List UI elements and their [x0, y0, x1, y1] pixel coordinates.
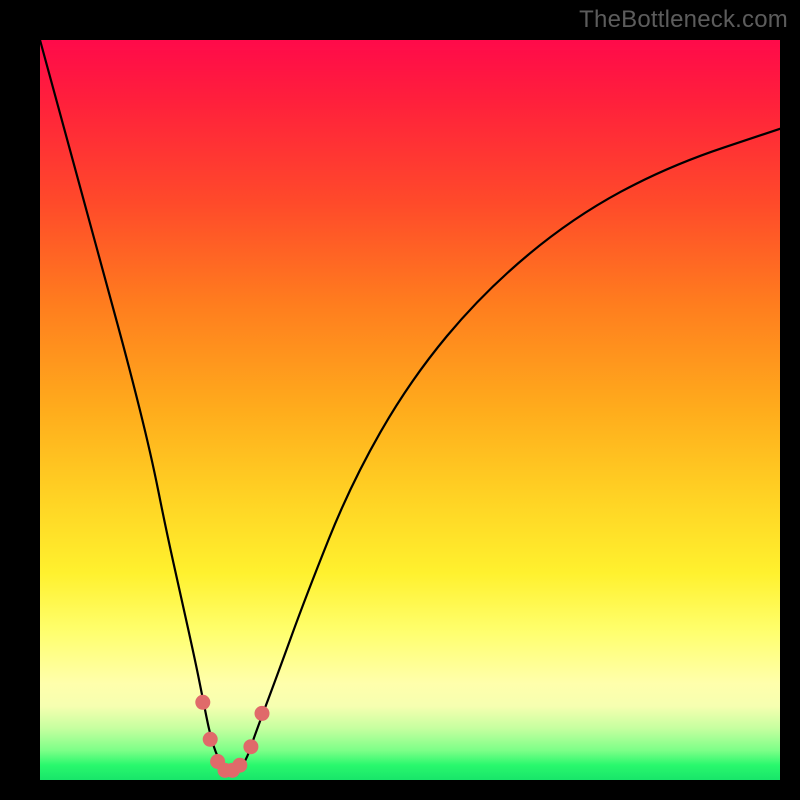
curve-marker: [243, 739, 258, 754]
watermark-text: TheBottleneck.com: [579, 6, 788, 34]
curve-marker: [203, 732, 218, 747]
bottleneck-curve-svg: [40, 40, 780, 780]
chart-frame: TheBottleneck.com: [0, 0, 800, 800]
curve-minimum-markers: [195, 695, 269, 778]
curve-marker: [255, 706, 270, 721]
plot-area: [40, 40, 780, 780]
curve-marker: [195, 695, 210, 710]
curve-marker: [232, 758, 247, 773]
bottleneck-curve: [40, 40, 780, 772]
